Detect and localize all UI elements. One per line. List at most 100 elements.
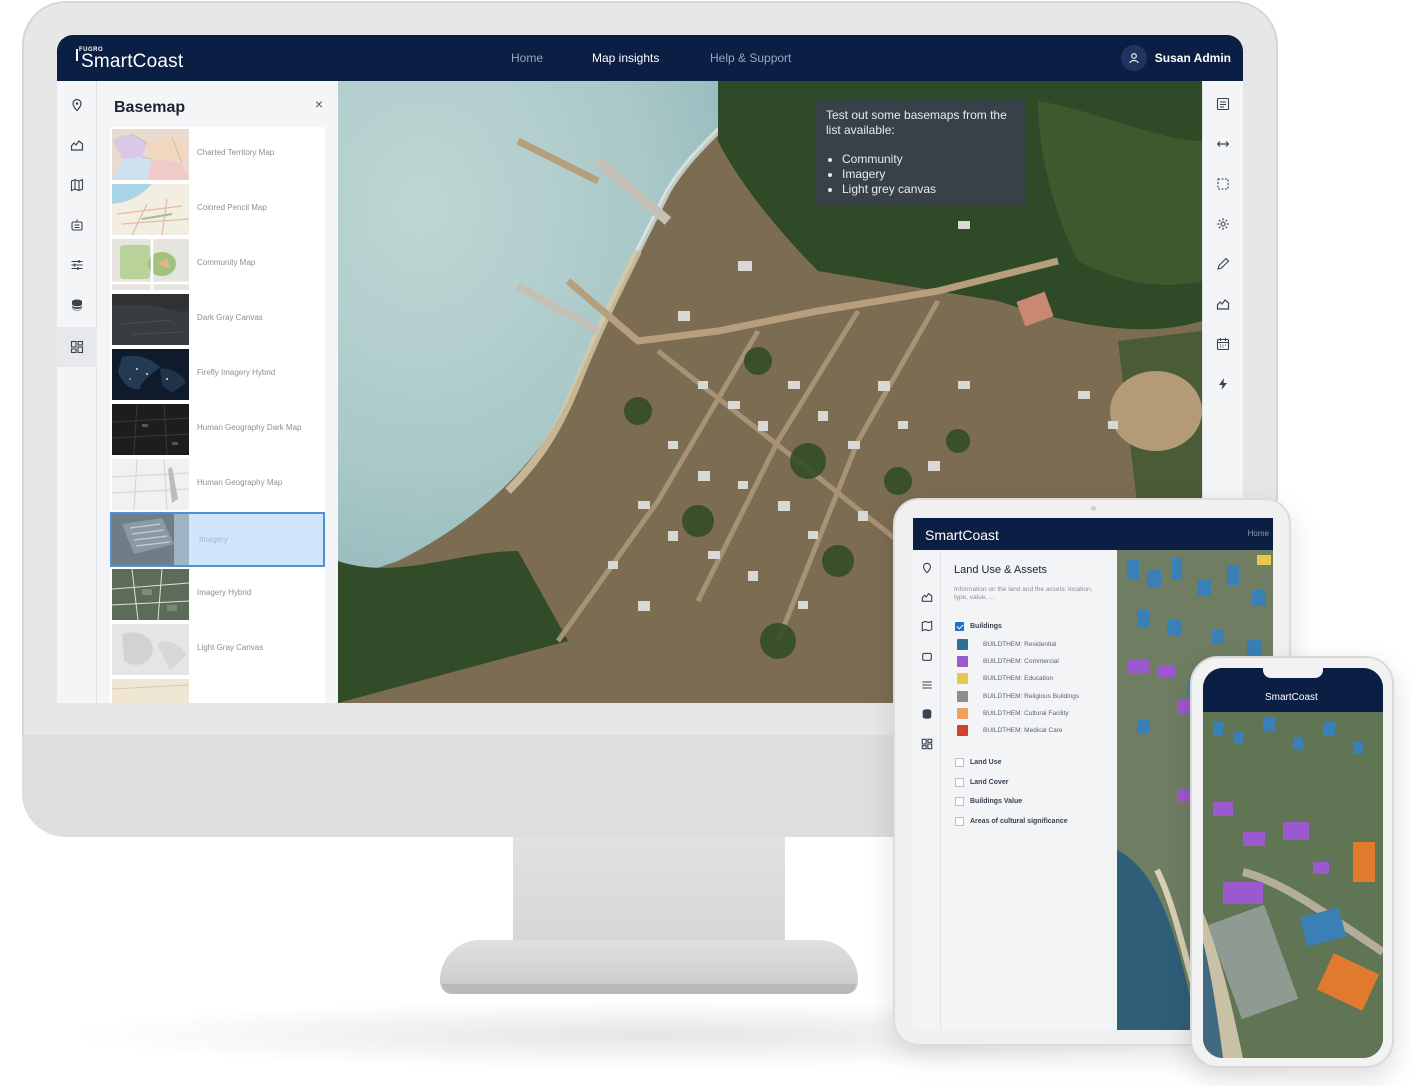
basemap-item-label: Charted Territory Map [197,148,275,157]
close-icon[interactable]: × [310,95,328,113]
buildings-value-checkbox[interactable] [955,797,964,806]
smartcoast-logo[interactable]: FUGRO SmartCoast [75,45,225,75]
left-toolbar [57,81,97,703]
logo-mark [76,49,78,61]
legend-label: BUILDTHEM: Medical Care [983,727,1063,734]
legend-label: BUILDTHEM: Cultural Facility [983,710,1069,717]
user-name: Susan Admin [1154,51,1231,65]
settings-icon[interactable] [1214,215,1232,233]
basemap-item-label: Community Map [197,258,256,267]
phone-device: SmartCoast [1190,656,1394,1068]
phone-logo[interactable]: SmartCoast [1265,692,1318,703]
basemap-item-imagery[interactable]: Imagery [110,512,325,567]
basemap-item-label: Light Gray Canvas [197,643,264,652]
grid-icon[interactable] [67,337,87,357]
legend-label: BUILDTHEM: Religious Buildings [983,693,1080,700]
land-use-panel-title: Land Use & Assets [954,564,1047,576]
user-menu[interactable]: Susan Admin [1120,45,1231,71]
land-use-panel: Land Use & Assets Information on the lan… [942,550,1117,1030]
layer-label: Areas of cultural significance [970,818,1068,825]
basemap-item-human-geography[interactable]: Human Geography Map [110,457,325,512]
grid-icon[interactable] [921,738,933,750]
basemap-item-community[interactable]: Community Map [110,237,325,292]
basemap-thumbnail [112,679,189,703]
basemap-thumbnail [112,569,189,620]
nav-map-insights[interactable]: Map insights [592,51,659,65]
basemap-panel-title: Basemap [114,99,186,116]
basemap-item-light-gray[interactable]: Light Gray Canvas [110,622,325,677]
landscape-icon[interactable] [1214,295,1232,313]
select-area-icon[interactable] [1214,175,1232,193]
buildings-checkbox[interactable] [955,622,964,631]
phone-map-imagery [1203,712,1383,1058]
basemap-item-partial[interactable] [110,677,325,703]
basemap-thumbnail [112,514,189,565]
layer-label: Buildings Value [970,798,1023,805]
tablet-left-toolbar: ⤢ [913,550,941,1030]
tablet-top-bar: SmartCoast Home [913,518,1273,550]
basemap-item-colored-pencil[interactable]: Colored Pencil Map [110,182,325,237]
tablet-camera [1091,506,1096,511]
basemap-thumbnail [112,129,189,180]
map-icon[interactable] [67,175,87,195]
basemap-thumbnail [112,349,189,400]
landscape-icon[interactable] [921,591,933,603]
legend-swatch-commercial [957,656,968,667]
legend-label: BUILDTHEM: Residential [983,641,1057,648]
basemap-item-dark-gray[interactable]: Dark Gray Canvas [110,292,325,347]
tablet-nav-home[interactable]: Home [1248,529,1269,538]
database-icon[interactable] [921,708,933,720]
robot-icon[interactable] [921,650,933,662]
basemap-item-label: Human Geography Dark Map [197,423,302,432]
phone-3d-map[interactable] [1203,712,1383,1058]
database-icon[interactable] [67,295,87,315]
landscape-icon[interactable] [67,135,87,155]
land-cover-checkbox[interactable] [955,778,964,787]
location-pin-icon[interactable] [67,95,87,115]
nav-home[interactable]: Home [511,51,543,65]
basemap-thumbnail [112,404,189,455]
basemap-item-imagery-hybrid[interactable]: Imagery Hybrid [110,567,325,622]
tooltip-item: Community [842,152,1016,167]
basemap-thumbnail [112,459,189,510]
lightning-icon[interactable] [1214,375,1232,393]
legend-swatch-residential [957,639,968,650]
tooltip-intro: Test out some basemaps from the list ava… [826,108,1007,137]
basemap-thumbnail [112,184,189,235]
basemap-item-label: Firefly Imagery Hybrid [197,368,276,377]
location-pin-icon[interactable] [921,562,933,574]
basemap-item-human-geography-dark[interactable]: Human Geography Dark Map [110,402,325,457]
monitor-stand-neck [513,830,785,950]
top-navigation-bar: FUGRO SmartCoast Home Map insights Help … [57,35,1243,81]
sliders-icon[interactable] [67,255,87,275]
basemap-thumbnail [112,239,189,290]
basemap-tooltip: Test out some basemaps from the list ava… [816,100,1026,206]
robot-icon[interactable] [67,215,87,235]
basemap-item-firefly[interactable]: Firefly Imagery Hybrid [110,347,325,402]
phone-screen: SmartCoast [1203,668,1383,1058]
legend-label: BUILDTHEM: Education [983,675,1054,682]
sliders-icon[interactable] [921,679,933,691]
calendar-icon[interactable] [1214,335,1232,353]
tooltip-list: Community Imagery Light grey canvas [826,152,1016,197]
land-use-checkbox[interactable] [955,758,964,767]
legend-icon[interactable] [1214,95,1232,113]
measure-icon[interactable] [1214,135,1232,153]
devices-showcase: FUGRO SmartCoast Home Map insights Help … [0,0,1411,1086]
basemap-item-charted-territory[interactable]: Charted Territory Map [110,127,325,182]
tablet-logo[interactable]: SmartCoast [925,527,999,543]
basemap-item-label: Colored Pencil Map [197,203,267,212]
cultural-areas-checkbox[interactable] [955,817,964,826]
basemap-thumbnail [112,294,189,345]
nav-help-support[interactable]: Help & Support [710,51,791,65]
legend-label: BUILDTHEM: Commercial [983,658,1059,665]
user-icon [1120,45,1147,71]
pencil-icon[interactable] [1214,255,1232,273]
layer-label: Land Cover [970,779,1009,786]
phone-notch [1263,668,1323,678]
basemap-item-label: Imagery Hybrid [197,588,252,597]
legend-swatch-education [957,673,968,684]
legend-swatch-cultural [957,708,968,719]
basemap-item-label: Human Geography Map [197,478,283,487]
map-icon[interactable] [921,620,933,632]
